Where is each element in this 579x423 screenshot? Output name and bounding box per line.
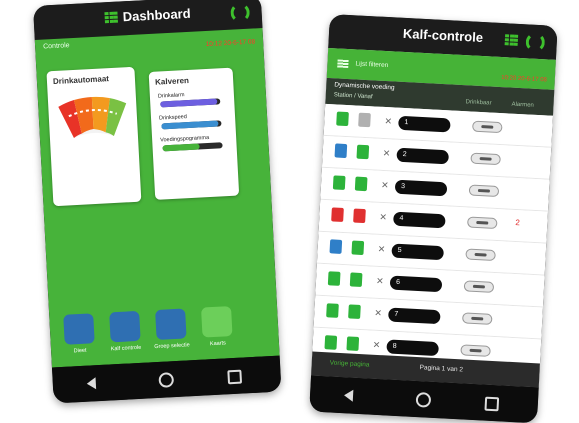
calves-card[interactable]: Kalveren Drinkalarm Drinkspeed Voedingsp… xyxy=(148,67,240,200)
drink-toggle[interactable] xyxy=(467,216,498,230)
calf-icon: ✕ xyxy=(375,275,384,287)
drink-toggle[interactable] xyxy=(460,344,491,357)
calf-id: 2 xyxy=(396,147,450,165)
dashboard-screen: Controle 10:12 20-6-17 08 Drinkautomaat … xyxy=(34,28,280,368)
status-square xyxy=(351,240,365,256)
page-indicator: Pagina 1 van 2 xyxy=(419,364,464,374)
grid-icon[interactable] xyxy=(504,34,519,46)
status-square xyxy=(332,175,346,191)
filter-label: Lijst filteren xyxy=(355,60,389,70)
bar-track xyxy=(160,98,221,108)
back-icon[interactable] xyxy=(86,377,97,390)
timestamp: 10:12 20-6-17 08 xyxy=(205,38,256,49)
tile-label: Kalf controle xyxy=(110,344,142,353)
tile-label: Kaarts xyxy=(209,340,227,348)
calf-id: 6 xyxy=(389,275,443,293)
column-header: Alarmen xyxy=(511,101,534,109)
tile-label: Groep selectie xyxy=(154,342,190,351)
tile-label: Dieet xyxy=(73,347,87,355)
status-square xyxy=(346,336,360,351)
calf-control-title: Kalf-controle xyxy=(402,25,484,46)
status-square xyxy=(358,112,371,128)
refresh-icon[interactable] xyxy=(230,2,251,23)
drink-card[interactable]: Drinkautomaat xyxy=(46,66,142,207)
calf-id: 4 xyxy=(393,211,446,229)
status-square xyxy=(329,239,343,254)
calf-icon: ✕ xyxy=(384,116,393,127)
status-square xyxy=(327,271,341,286)
section-title: Dynamische voeding xyxy=(334,81,395,92)
calf-id: 7 xyxy=(387,307,441,325)
calf-icon: ✕ xyxy=(380,179,389,191)
drink-toggle[interactable] xyxy=(461,312,493,325)
recent-apps-icon[interactable] xyxy=(484,396,500,412)
calf-icon: ✕ xyxy=(382,147,391,159)
dashboard-title-text: Dashboard xyxy=(122,5,191,25)
calf-id: 8 xyxy=(386,339,439,357)
list-icon xyxy=(337,59,349,69)
calf-id: 1 xyxy=(398,115,451,133)
home-icon[interactable] xyxy=(415,392,432,408)
calf-icon: ✕ xyxy=(377,243,386,255)
status-square xyxy=(356,144,370,160)
calf-control-phone: Kalf-controle Lijst filteren 10:20 20-6-… xyxy=(309,14,558,423)
refresh-icon[interactable] xyxy=(525,32,546,53)
status-square xyxy=(349,272,363,288)
calf-id: 3 xyxy=(394,179,448,197)
prev-page-link[interactable]: Vorige pagina xyxy=(330,359,370,368)
grid-icon[interactable] xyxy=(104,11,119,24)
drink-toggle[interactable] xyxy=(468,184,500,198)
recent-apps-icon[interactable] xyxy=(227,369,243,385)
back-icon[interactable] xyxy=(343,389,354,402)
bar-label: Voedingspogramma xyxy=(160,134,210,144)
status-square xyxy=(331,207,344,222)
status-square xyxy=(334,143,348,159)
home-icon[interactable] xyxy=(158,372,175,388)
drink-toggle[interactable] xyxy=(472,120,503,134)
status-square xyxy=(348,304,361,319)
status-square xyxy=(354,176,368,192)
calf-control-screen: Lijst filteren 10:20 20-6-17 08 Dynamisc… xyxy=(311,47,556,388)
calves-card-title: Kalveren xyxy=(154,75,190,87)
bar-fill xyxy=(161,120,219,130)
bar-track xyxy=(161,120,222,130)
drink-card-title: Drinkautomaat xyxy=(52,74,110,87)
calf-icon: ✕ xyxy=(374,307,383,319)
calf-icon[interactable] xyxy=(109,310,141,343)
bar-fill xyxy=(160,98,218,108)
drink-toggle[interactable] xyxy=(470,152,501,166)
group-icon[interactable] xyxy=(155,308,187,340)
calf-icon: ✕ xyxy=(372,339,381,351)
dashboard-title: Dashboard xyxy=(33,2,261,29)
status-square xyxy=(336,111,349,127)
alarm-count: 2 xyxy=(515,217,521,228)
drink-toggle[interactable] xyxy=(463,280,495,293)
calf-icon: ✕ xyxy=(379,211,388,223)
status-square xyxy=(353,208,366,224)
control-label: Controle xyxy=(42,42,70,51)
barn-icon[interactable] xyxy=(63,313,95,345)
gauge-icon xyxy=(58,96,127,139)
bar-label: Drinkalarm xyxy=(157,92,185,100)
sort-label[interactable]: Station / Vanaf xyxy=(334,92,373,100)
bar-fill xyxy=(162,143,200,152)
timestamp: 10:20 20-6-17 08 xyxy=(501,75,547,84)
bar-label: Drinkspeed xyxy=(158,114,188,122)
status-square xyxy=(326,303,339,318)
bar-track xyxy=(162,142,223,152)
map-icon[interactable] xyxy=(201,306,233,338)
dashboard-phone: Dashboard Controle 10:12 20-6-17 08 Drin… xyxy=(33,0,282,404)
status-square xyxy=(324,335,338,350)
calf-id: 5 xyxy=(391,243,444,261)
column-header: Drinkbaar xyxy=(465,99,492,107)
drink-toggle[interactable] xyxy=(465,248,496,261)
